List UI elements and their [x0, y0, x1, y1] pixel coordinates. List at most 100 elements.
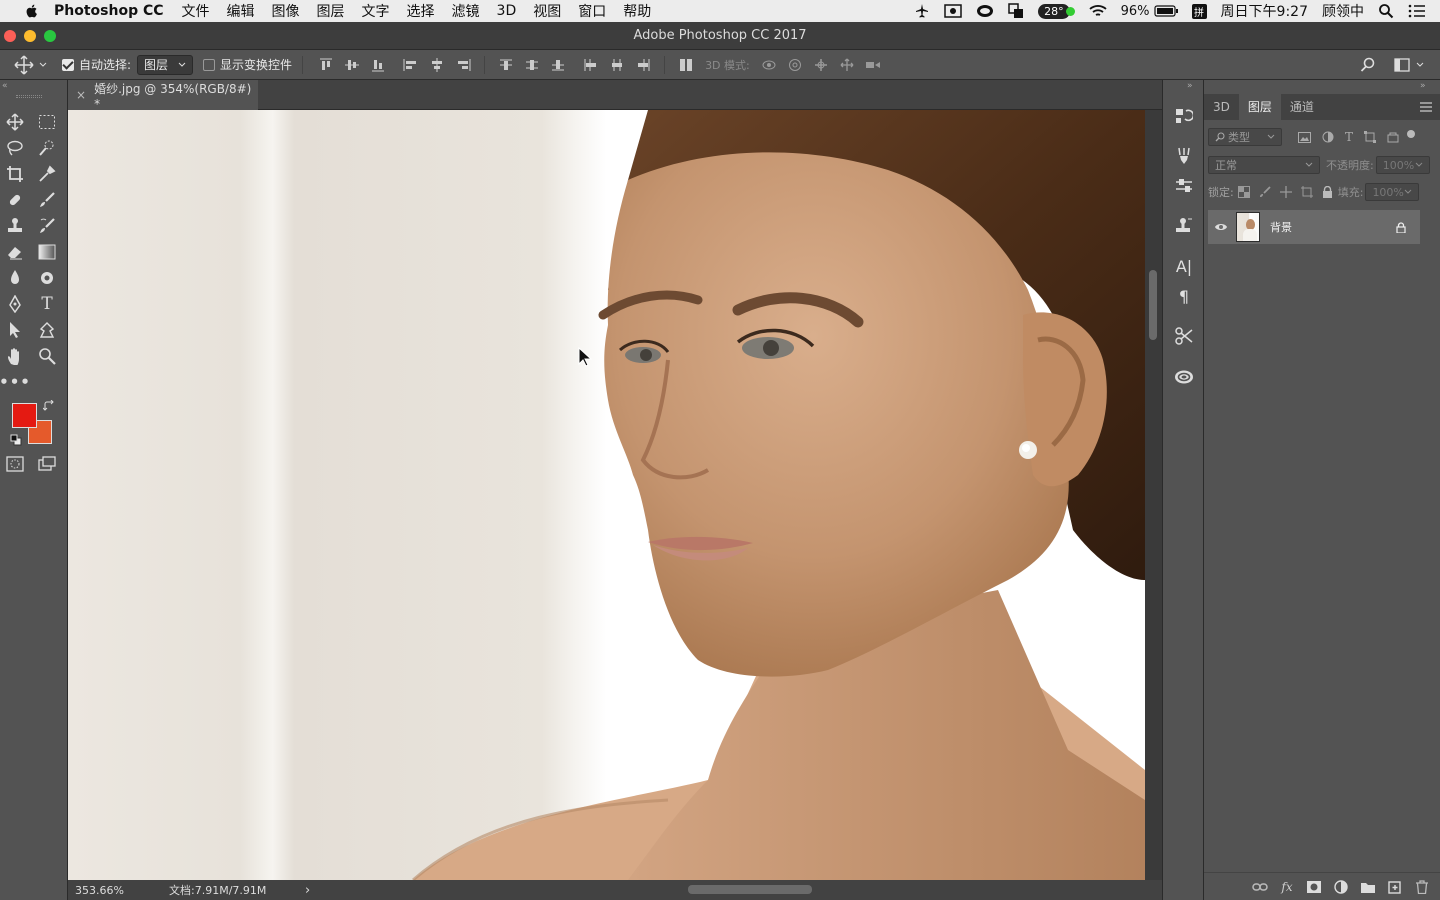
tab-channels[interactable]: 通道	[1281, 94, 1323, 120]
align-hcenter-icon[interactable]	[429, 57, 445, 72]
menu-filter[interactable]: 滤镜	[452, 1, 480, 21]
app-name-menu[interactable]: Photoshop CC	[54, 3, 164, 19]
lock-artboard-icon[interactable]	[1300, 186, 1313, 198]
dodge-icon[interactable]	[35, 267, 59, 289]
show-transform-checkbox[interactable]: 显示变换控件	[203, 56, 292, 73]
eye-icon[interactable]	[1214, 222, 1228, 232]
document-tab[interactable]: × 婚纱.jpg @ 354%(RGB/8#) *	[68, 80, 258, 111]
menu-type[interactable]: 文字	[362, 1, 390, 21]
history-brush-icon[interactable]	[35, 215, 59, 237]
brush-icon[interactable]	[35, 189, 59, 211]
move-tool-preset-icon[interactable]	[14, 54, 48, 75]
brush-presets-icon[interactable]	[1173, 146, 1195, 166]
layer-filter-dropdown[interactable]: 类型	[1208, 128, 1282, 146]
align-top-icon[interactable]	[318, 58, 334, 72]
opacity-field[interactable]: 100%	[1375, 156, 1430, 174]
move-tool-icon[interactable]	[3, 111, 27, 133]
3d-drag-icon[interactable]	[813, 58, 829, 72]
crop-icon[interactable]	[3, 163, 27, 185]
menu-help[interactable]: 帮助	[623, 1, 651, 21]
zoom-window-button[interactable]	[44, 30, 56, 42]
lock-pixels-icon[interactable]	[1259, 186, 1271, 198]
3d-roll-icon[interactable]	[787, 58, 803, 72]
foreground-color-swatch[interactable]	[12, 403, 37, 428]
3d-slide-icon[interactable]	[839, 58, 855, 72]
canvas-vertical-scrollbar[interactable]	[1145, 110, 1162, 880]
cloud-icon[interactable]	[976, 4, 994, 18]
character-panel-icon[interactable]: A|	[1173, 256, 1195, 276]
spotlight-icon[interactable]	[1378, 3, 1394, 19]
input-method-icon[interactable]: 拼	[1191, 3, 1207, 19]
new-layer-icon[interactable]	[1387, 880, 1403, 894]
lasso-icon[interactable]	[3, 137, 27, 159]
zoom-icon[interactable]	[35, 345, 59, 367]
distribute-hcenter-icon[interactable]	[609, 58, 625, 72]
eyedropper-icon[interactable]	[35, 163, 59, 185]
search-icon[interactable]	[1360, 57, 1376, 76]
filter-adjustment-icon[interactable]	[1322, 131, 1334, 143]
close-window-button[interactable]	[4, 30, 16, 42]
type-icon[interactable]: T	[35, 293, 59, 315]
tools-grip[interactable]	[16, 95, 42, 98]
menu-layer[interactable]: 图层	[317, 1, 345, 21]
new-group-icon[interactable]	[1360, 880, 1376, 894]
apple-menu-icon[interactable]	[22, 3, 42, 19]
blend-mode-dropdown[interactable]: 正常	[1208, 156, 1320, 174]
tab-layers[interactable]: 图层	[1238, 94, 1281, 120]
clone-stamp-icon[interactable]	[3, 215, 27, 237]
adjustments-icon[interactable]	[1173, 176, 1195, 196]
auto-select-dropdown[interactable]: 图层	[137, 54, 194, 75]
pen-icon[interactable]	[3, 293, 27, 315]
rectangular-marquee-icon[interactable]	[35, 111, 59, 133]
filter-smart-object-icon[interactable]	[1387, 131, 1399, 143]
collapse-tools-icon[interactable]: «	[2, 81, 8, 91]
datetime[interactable]: 周日下午9:27	[1221, 1, 1308, 21]
custom-shape-icon[interactable]	[35, 319, 59, 341]
gradient-icon[interactable]	[35, 241, 59, 263]
paragraph-panel-icon[interactable]: ¶	[1173, 286, 1195, 306]
clone-source-icon[interactable]	[1173, 216, 1195, 236]
tool-presets-icon[interactable]	[1173, 326, 1195, 346]
link-layers-icon[interactable]	[1252, 880, 1268, 894]
distribute-vcenter-icon[interactable]	[524, 58, 540, 72]
healing-brush-icon[interactable]	[3, 189, 27, 211]
menu-window[interactable]: 窗口	[578, 1, 606, 21]
align-right-icon[interactable]	[455, 58, 471, 72]
battery-status[interactable]: 96%	[1121, 4, 1178, 19]
3d-orbit-icon[interactable]	[761, 58, 777, 72]
default-colors-icon[interactable]	[10, 434, 22, 449]
swap-colors-icon[interactable]	[42, 399, 55, 415]
hand-icon[interactable]	[3, 345, 27, 367]
distribute-left-icon[interactable]	[583, 58, 599, 72]
fill-field[interactable]: 100%	[1365, 183, 1420, 201]
close-tab-icon[interactable]: ×	[76, 88, 86, 102]
workspace-switcher-icon[interactable]	[1394, 58, 1425, 72]
camera-icon[interactable]	[944, 4, 962, 18]
layer-effects-icon[interactable]: fx	[1279, 880, 1295, 894]
align-left-icon[interactable]	[403, 58, 419, 72]
tab-3d[interactable]: 3D	[1204, 94, 1239, 120]
3d-scale-icon[interactable]	[865, 58, 881, 72]
menu-file[interactable]: 文件	[182, 1, 210, 21]
align-bottom-icon[interactable]	[370, 58, 386, 72]
distribute-top-icon[interactable]	[498, 58, 514, 72]
eraser-icon[interactable]	[3, 241, 27, 263]
align-vcenter-icon[interactable]	[344, 58, 360, 72]
temperature-badge[interactable]: 28°	[1038, 3, 1075, 19]
quick-selection-icon[interactable]	[35, 137, 59, 159]
user-name[interactable]: 顾领中	[1322, 1, 1364, 21]
cloud-libraries-icon[interactable]	[1173, 367, 1195, 387]
menu-view[interactable]: 视图	[533, 1, 561, 21]
menu-image[interactable]: 图像	[272, 1, 300, 21]
lock-transparent-icon[interactable]	[1237, 186, 1250, 198]
distribute-right-icon[interactable]	[635, 58, 651, 72]
menu-edit[interactable]: 编辑	[227, 1, 255, 21]
auto-align-icon[interactable]	[678, 58, 694, 72]
menu-3d[interactable]: 3D	[497, 3, 517, 19]
blur-icon[interactable]	[3, 267, 27, 289]
layer-row-background[interactable]: 背景	[1208, 210, 1420, 244]
layer-name[interactable]: 背景	[1270, 219, 1292, 235]
auto-select-checkbox[interactable]: 自动选择:	[62, 56, 131, 73]
screens-icon[interactable]	[1008, 3, 1024, 19]
distribute-bottom-icon[interactable]	[550, 58, 566, 72]
